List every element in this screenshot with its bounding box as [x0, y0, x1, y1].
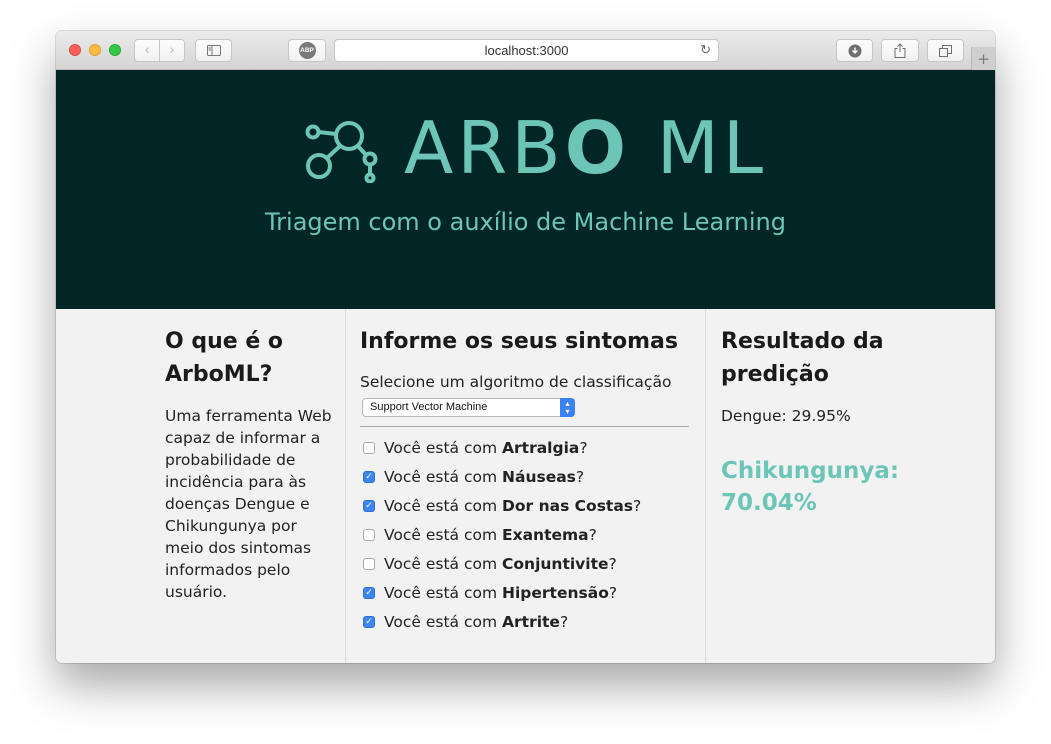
symptom-name: Artrite: [502, 613, 560, 631]
browser-toolbar: ‹ › ABP localhost:3000 ↻ +: [56, 31, 995, 70]
symptom-question-prefix: Você está com: [384, 613, 503, 631]
algorithm-select[interactable]: Support Vector Machine ▴ ▾: [362, 398, 575, 417]
sidebar-toggle-button[interactable]: [195, 39, 232, 62]
symptom-name: Hipertensão: [502, 584, 609, 602]
sidebar-icon: [206, 45, 221, 56]
checkbox-checked[interactable]: ✓: [363, 500, 375, 512]
symptom-row[interactable]: Você está com Artralgia?: [363, 437, 588, 459]
zoom-window-button[interactable]: [109, 44, 121, 56]
about-description: Uma ferramenta Web capaz de informar a p…: [165, 407, 332, 601]
tagline: Triagem com o auxílio de Machine Learnin…: [265, 208, 786, 236]
form-divider: [360, 426, 689, 427]
symptom-name: Conjuntivite: [502, 555, 609, 573]
adblock-icon: ABP: [298, 42, 316, 59]
symptom-question-prefix: Você está com: [384, 526, 503, 544]
address-bar[interactable]: localhost:3000 ↻: [334, 39, 719, 62]
symptom-question-suffix: ?: [633, 497, 642, 515]
chevron-left-icon: ‹: [144, 43, 150, 58]
symptom-question-suffix: ?: [579, 439, 588, 457]
result-title: Resultado da predição: [721, 329, 884, 387]
symptom-name: Dor nas Costas: [502, 497, 634, 515]
symptom-question-prefix: Você está com: [384, 497, 503, 515]
arboml-logo-text: ARBO ML: [404, 106, 768, 190]
checkbox-checked[interactable]: ✓: [363, 616, 375, 628]
minimize-window-button[interactable]: [89, 44, 101, 56]
downloads-button[interactable]: [836, 39, 873, 62]
main-content: O que é o ArboML? Uma ferramenta Web cap…: [56, 309, 995, 663]
chikungunya-label: Chikungunya:: [721, 458, 900, 484]
url-text: localhost:3000: [484, 43, 569, 58]
chikungunya-probability: Chikungunya: 70.04%: [721, 455, 941, 519]
column-divider: [705, 309, 706, 663]
checkbox-unchecked[interactable]: [363, 529, 375, 541]
symptom-row[interactable]: ✓ Você está com Artrite?: [363, 611, 568, 633]
network-logo-icon: [305, 121, 378, 183]
back-button[interactable]: ‹: [134, 39, 160, 62]
symptom-question-suffix: ?: [575, 468, 585, 486]
symptom-question-suffix: ?: [608, 555, 617, 573]
symptom-name: Exantema: [502, 526, 589, 544]
algorithm-select-value: Support Vector Machine: [370, 401, 488, 413]
symptom-question-prefix: Você está com: [384, 468, 503, 486]
symptom-question-suffix: ?: [559, 613, 569, 631]
column-divider: [345, 309, 346, 663]
browser-window: ‹ › ABP localhost:3000 ↻ + ARBO ML Triag…: [56, 31, 995, 663]
checkbox-unchecked[interactable]: [363, 442, 375, 454]
share-icon: [894, 43, 906, 58]
reload-icon[interactable]: ↻: [700, 42, 711, 58]
forward-button[interactable]: ›: [159, 39, 185, 62]
symptoms-title: Informe os seus sintomas: [360, 329, 678, 354]
checkbox-unchecked[interactable]: [363, 558, 375, 570]
symptom-question-suffix: ?: [588, 526, 597, 544]
checkbox-checked[interactable]: ✓: [363, 471, 375, 483]
hero-banner: ARBO ML Triagem com o auxílio de Machine…: [56, 70, 995, 309]
checkbox-checked[interactable]: ✓: [363, 587, 375, 599]
symptom-question-prefix: Você está com: [384, 439, 503, 457]
adblock-button[interactable]: ABP: [288, 39, 326, 62]
symptom-question-prefix: Você está com: [384, 584, 503, 602]
chikungunya-value: 70.04%: [721, 490, 817, 516]
download-icon: [848, 44, 861, 57]
close-window-button[interactable]: [69, 44, 81, 56]
symptom-row[interactable]: ✓ Você está com Náuseas?: [363, 466, 584, 488]
plus-icon: +: [977, 49, 990, 68]
about-title: O que é o ArboML?: [165, 329, 284, 387]
symptom-name: Náuseas: [502, 468, 576, 486]
chevron-right-icon: ›: [169, 43, 175, 58]
symptom-name: Artralgia: [502, 439, 580, 457]
algorithm-select-label: Selecione um algoritmo de classificação: [360, 373, 672, 391]
new-tab-button[interactable]: +: [971, 47, 995, 70]
symptom-row[interactable]: ✓ Você está com Dor nas Costas?: [363, 495, 641, 517]
symptom-row[interactable]: ✓ Você está com Hipertensão?: [363, 582, 617, 604]
tabs-icon: [939, 44, 952, 57]
symptom-question-suffix: ?: [608, 584, 618, 602]
dengue-probability: Dengue: 29.95%: [721, 407, 851, 425]
symptom-row[interactable]: Você está com Conjuntivite?: [363, 553, 617, 575]
symptom-question-prefix: Você está com: [384, 555, 503, 573]
share-button[interactable]: [881, 39, 919, 62]
tabs-overview-button[interactable]: [927, 39, 964, 62]
symptom-row[interactable]: Você está com Exantema?: [363, 524, 597, 546]
select-arrows-icon: ▴ ▾: [560, 398, 575, 417]
